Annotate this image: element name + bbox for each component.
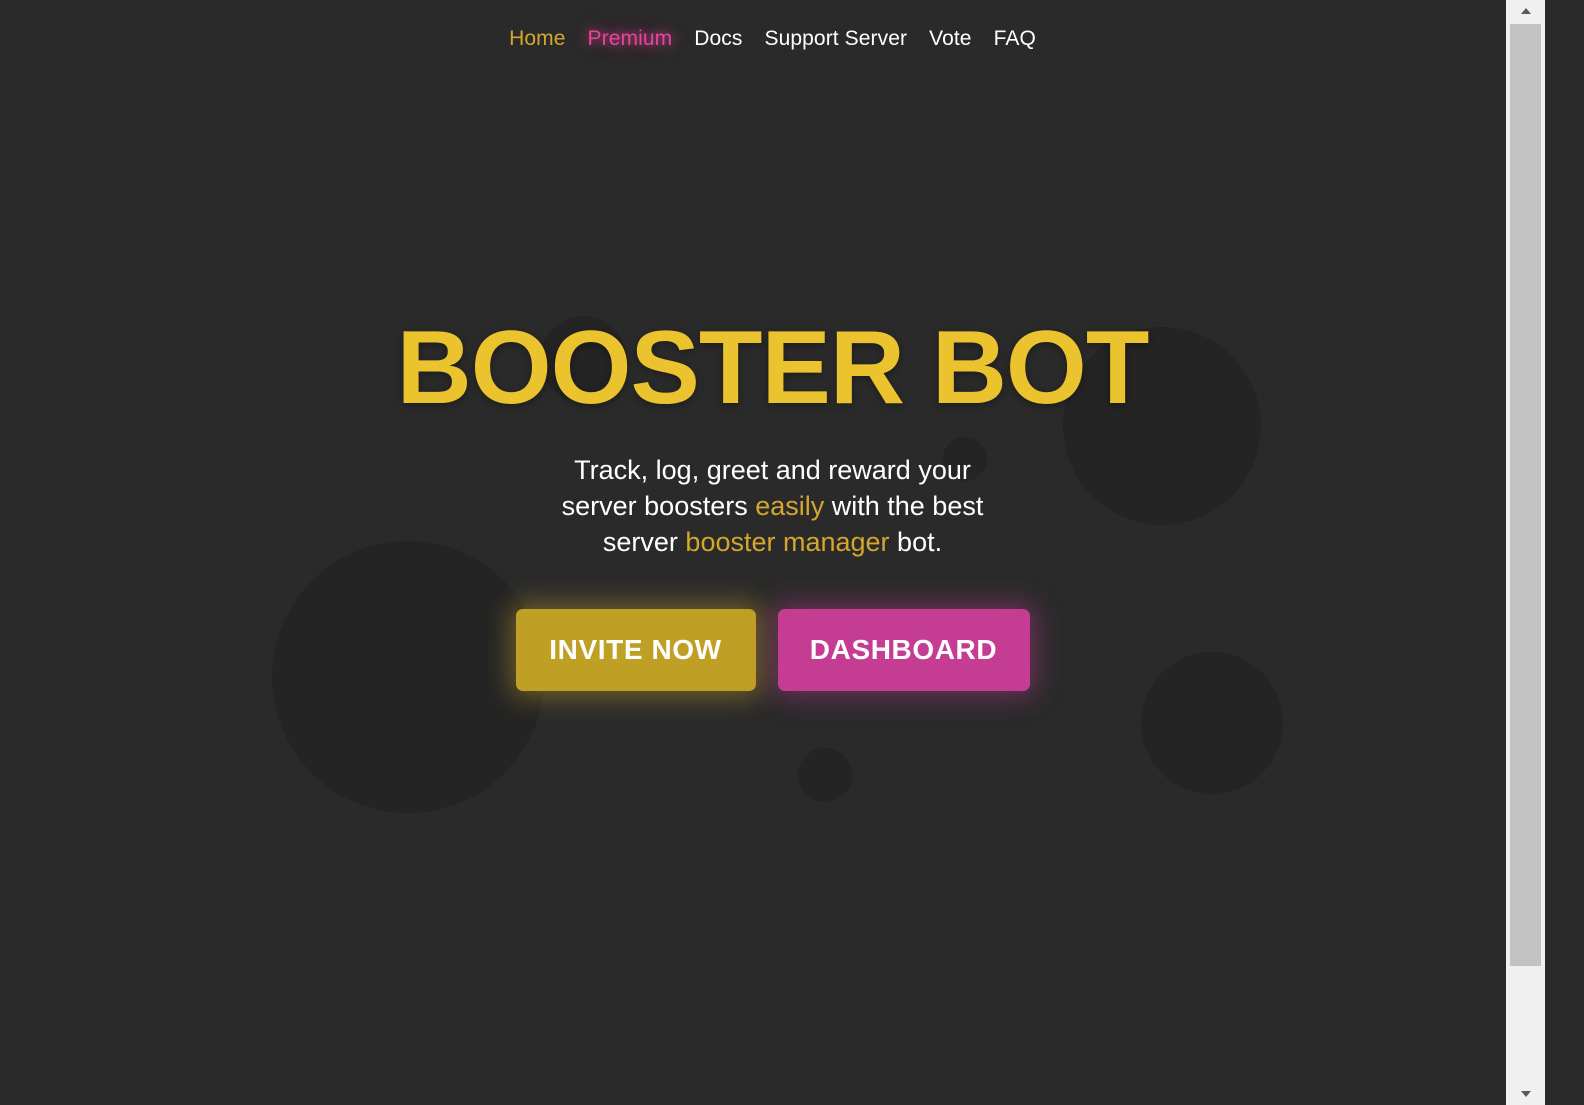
hero-subtitle-line3-a: server bbox=[602, 527, 686, 557]
hero-subtitle-line2-b: with the best bbox=[824, 491, 984, 522]
nav-item-faq[interactable]: FAQ bbox=[994, 28, 1036, 49]
hero-subtitle-line3-b: bot. bbox=[889, 527, 943, 557]
scrollbar-thumb[interactable] bbox=[1510, 24, 1541, 966]
cta-button-row: INVITE NOW DASHBOARD bbox=[0, 608, 1545, 691]
hero-subtitle-highlight-easily: easily bbox=[755, 491, 825, 522]
hero-subtitle-line2-a: server boosters bbox=[561, 491, 756, 522]
top-navigation: Home Premium Docs Support Server Vote FA… bbox=[0, 0, 1545, 56]
hero-section: BOOSTER BOT Track, log, greet and reward… bbox=[0, 56, 1545, 691]
nav-item-vote[interactable]: Vote bbox=[929, 28, 971, 49]
hero-subtitle: Track, log, greet and reward your server… bbox=[0, 453, 1545, 561]
page-scrollbar[interactable] bbox=[1506, 0, 1545, 1105]
scrollbar-up-arrow-icon[interactable] bbox=[1506, 0, 1545, 22]
hero-subtitle-highlight-booster-manager: booster manager bbox=[685, 527, 890, 557]
decorative-circle bbox=[798, 748, 852, 802]
invite-now-button[interactable]: INVITE NOW bbox=[515, 608, 756, 691]
page-title: BOOSTER BOT bbox=[396, 310, 1150, 426]
dashboard-button[interactable]: DASHBOARD bbox=[777, 608, 1030, 691]
hero-subtitle-line1: Track, log, greet and reward your bbox=[574, 455, 971, 486]
nav-item-premium[interactable]: Premium bbox=[588, 28, 673, 49]
nav-item-docs[interactable]: Docs bbox=[694, 28, 742, 49]
nav-item-support-server[interactable]: Support Server bbox=[764, 28, 907, 49]
page-viewport: Home Premium Docs Support Server Vote FA… bbox=[0, 0, 1545, 1105]
nav-item-home[interactable]: Home bbox=[509, 28, 565, 49]
scrollbar-down-arrow-icon[interactable] bbox=[1506, 1083, 1545, 1105]
